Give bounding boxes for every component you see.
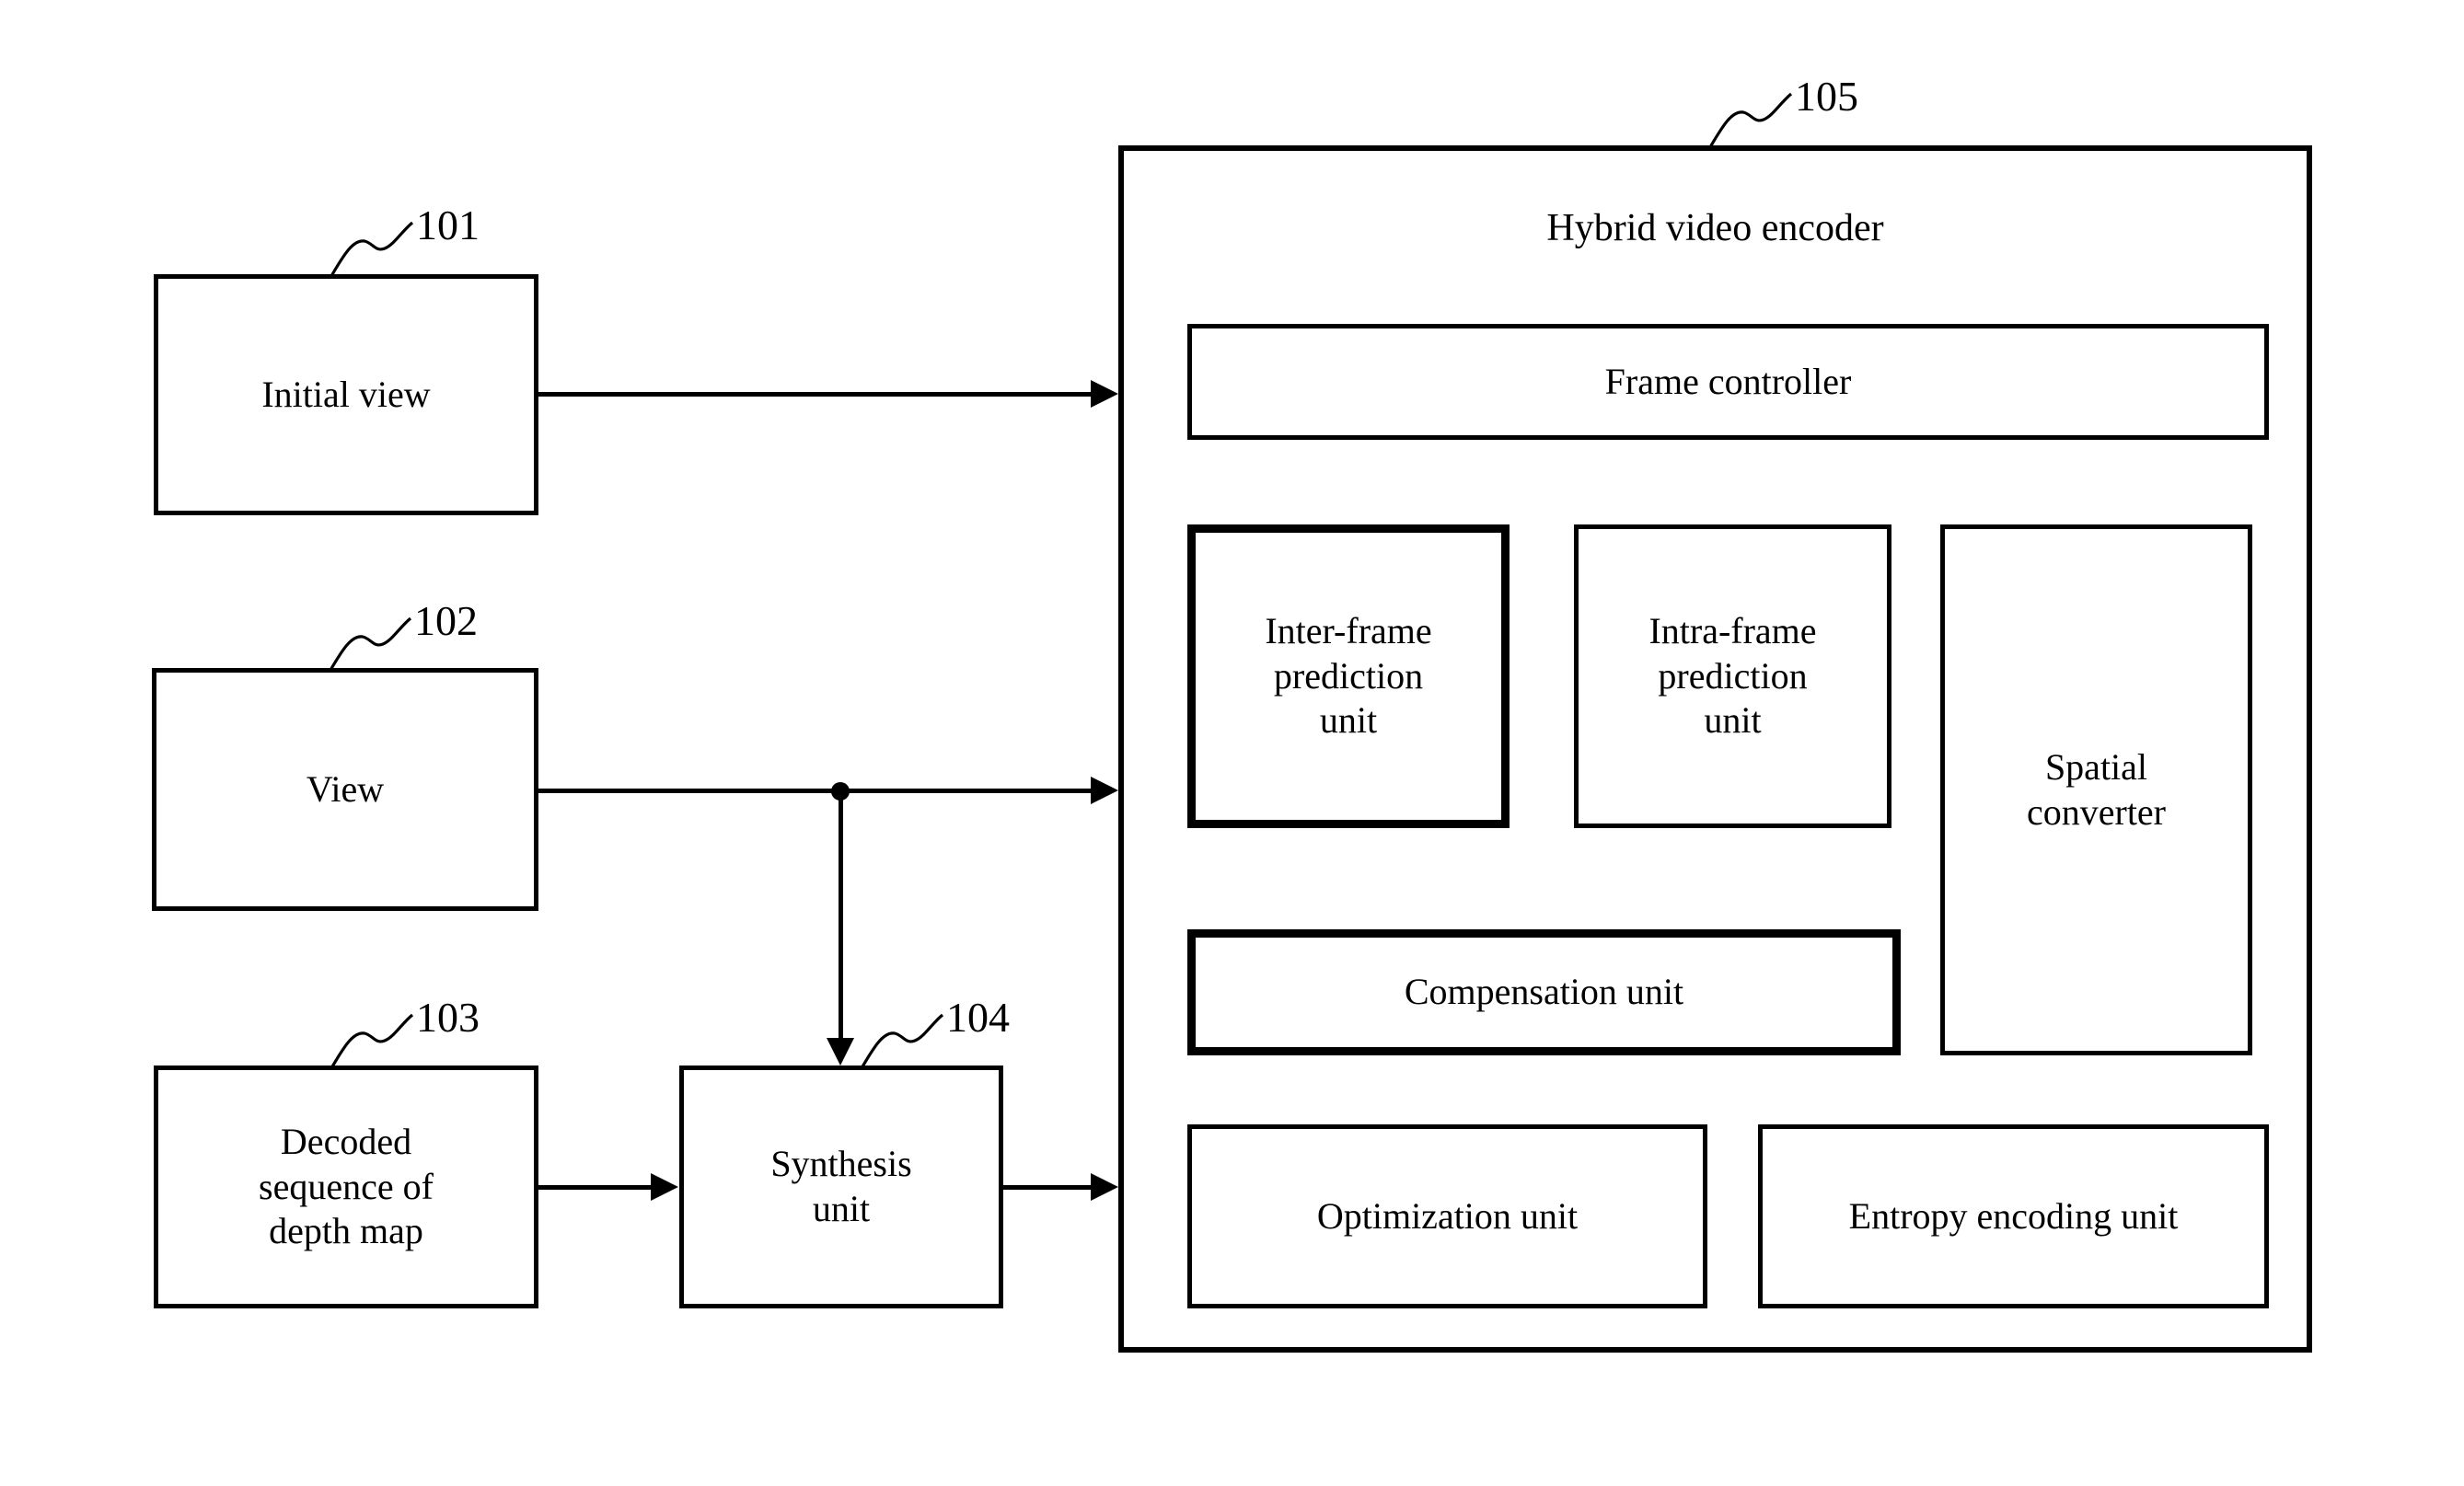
patent-figure-canvas: 101 102 103 104 105 106 107 108 110 109 [0, 0, 2464, 1486]
arrowhead-initial-view-to-encoder [1091, 380, 1118, 408]
arrowhead-view-to-encoder [1091, 777, 1118, 804]
block-synthesis-unit-label: Synthesis unit [770, 1143, 912, 1229]
arrowhead-synthesis-to-encoder [1091, 1173, 1118, 1201]
block-inter-frame-prediction-unit-label: Inter-frame prediction unit [1265, 609, 1432, 742]
block-entropy-encoding-unit[interactable]: Entropy encoding unit [1758, 1124, 2269, 1308]
block-frame-controller-label: Frame controller [1604, 360, 1852, 402]
block-optimization-unit[interactable]: Optimization unit [1187, 1124, 1707, 1308]
block-decoded-sequence-of-depth-map[interactable]: Decoded sequence of depth map [154, 1066, 538, 1308]
block-synthesis-unit[interactable]: Synthesis unit [679, 1066, 1003, 1308]
block-hybrid-video-encoder-title: Hybrid video encoder [1546, 207, 1884, 249]
ref-numeral-105: 105 [1795, 73, 1858, 120]
block-view[interactable]: View [152, 668, 538, 911]
block-optimization-unit-label: Optimization unit [1316, 1194, 1579, 1237]
block-view-label: View [306, 767, 385, 810]
connector-initial-view-to-encoder [538, 392, 1091, 397]
arrowhead-depth-to-synthesis [651, 1173, 678, 1201]
connector-depth-to-synthesis [538, 1185, 651, 1190]
connector-synthesis-to-encoder [1003, 1185, 1091, 1190]
block-spatial-converter[interactable]: Spatial converter [1940, 524, 2252, 1055]
arrowhead-view-to-synthesis [827, 1038, 854, 1066]
block-spatial-converter-label: Spatial converter [2026, 745, 2166, 833]
block-initial-view-label: Initial view [261, 373, 431, 415]
block-decoded-sequence-of-depth-map-label: Decoded sequence of depth map [259, 1120, 434, 1252]
block-hybrid-video-encoder[interactable]: Hybrid video encoder Frame controller In… [1118, 145, 2312, 1353]
ref-numeral-102: 102 [414, 597, 478, 644]
block-intra-frame-prediction-unit[interactable]: Intra-frame prediction unit [1574, 524, 1891, 828]
leader-line-103 [330, 1013, 414, 1069]
connector-view-to-encoder [538, 789, 1091, 793]
block-entropy-encoding-unit-label: Entropy encoding unit [1848, 1194, 2179, 1237]
block-compensation-unit-label: Compensation unit [1404, 971, 1684, 1013]
block-inter-frame-prediction-unit[interactable]: Inter-frame prediction unit [1187, 524, 1510, 828]
ref-numeral-103: 103 [416, 994, 480, 1041]
block-compensation-unit[interactable]: Compensation unit [1187, 929, 1901, 1055]
block-intra-frame-prediction-unit-label: Intra-frame prediction unit [1648, 609, 1817, 742]
leader-line-105 [1708, 92, 1793, 148]
ref-numeral-101: 101 [416, 202, 480, 248]
block-initial-view[interactable]: Initial view [154, 274, 538, 515]
connector-view-to-synthesis [839, 789, 843, 1042]
ref-numeral-104: 104 [946, 994, 1010, 1041]
leader-line-104 [860, 1013, 944, 1069]
block-frame-controller[interactable]: Frame controller [1187, 324, 2269, 440]
leader-line-102 [328, 616, 412, 673]
leader-line-101 [330, 221, 414, 277]
